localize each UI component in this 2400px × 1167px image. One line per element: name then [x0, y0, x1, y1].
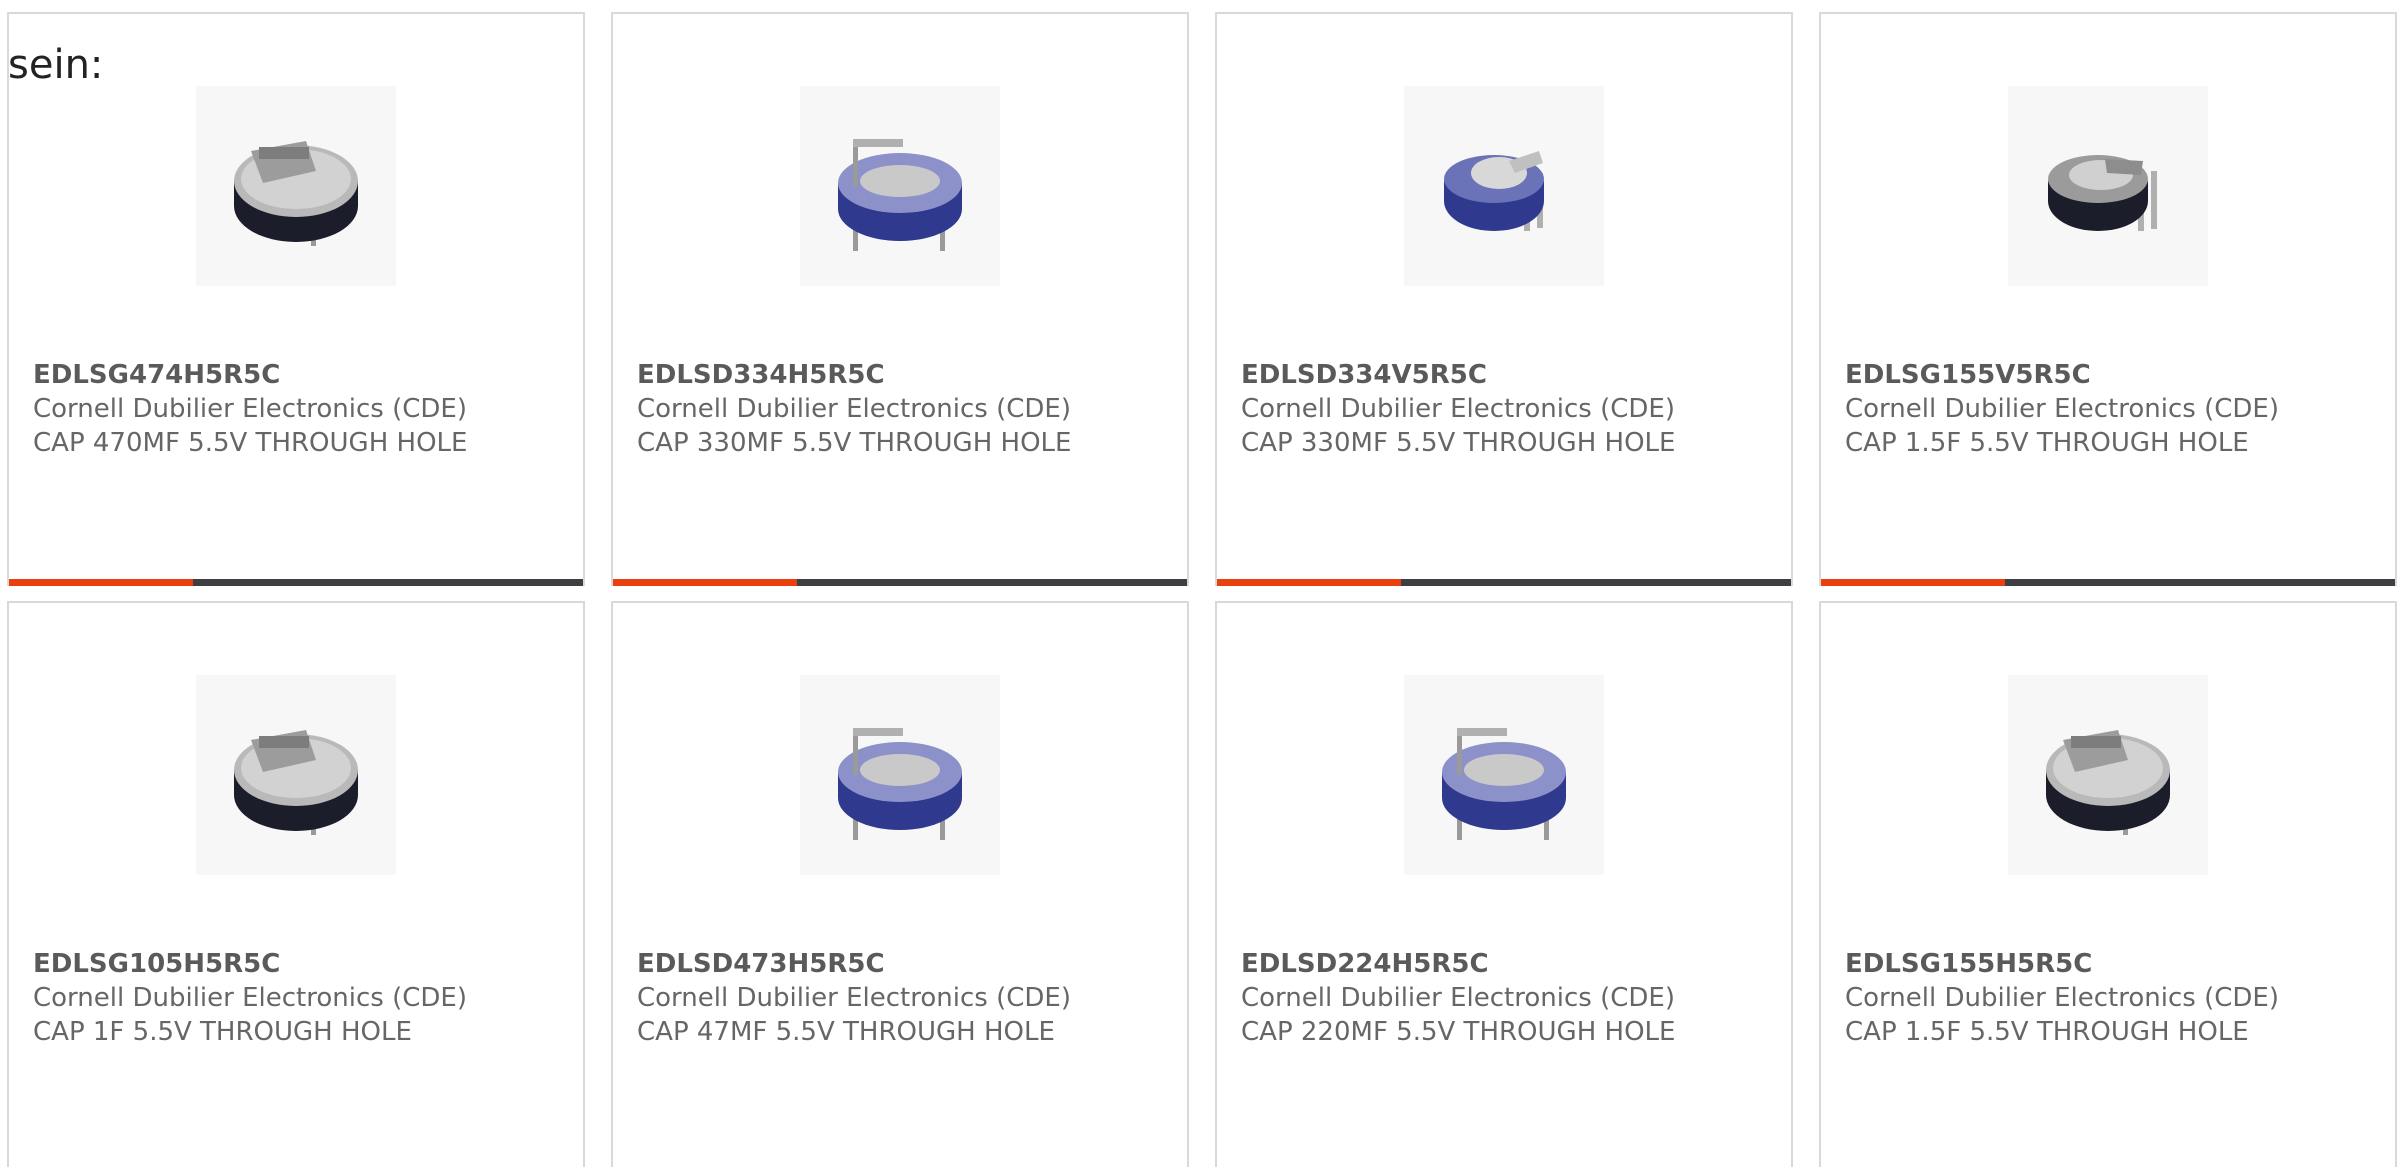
description: CAP 1F 5.5V THROUGH HOLE: [33, 1017, 412, 1047]
part-number: EDLSD334H5R5C: [637, 360, 885, 390]
product-card[interactable]: EDLSD334V5R5C Cornell Dubilier Electroni…: [1215, 12, 1793, 586]
product-image[interactable]: [196, 86, 396, 286]
card-footer-bar: [1821, 579, 2395, 586]
capacitor-dark-vertical-icon: [2048, 155, 2157, 231]
product-card[interactable]: EDLSG155V5R5C Cornell Dubilier Electroni…: [1819, 12, 2397, 586]
product-card[interactable]: EDLSG155H5R5C Cornell Dubilier Electroni…: [1819, 601, 2397, 1167]
manufacturer: Cornell Dubilier Electronics (CDE): [637, 983, 1071, 1013]
part-number: EDLSD224H5R5C: [1241, 949, 1489, 979]
product-image[interactable]: [800, 86, 1000, 286]
description: CAP 470MF 5.5V THROUGH HOLE: [33, 428, 468, 458]
card-footer-bar: [1217, 579, 1791, 586]
card-accent-bar: [1821, 579, 2005, 586]
part-number: EDLSD334V5R5C: [1241, 360, 1487, 390]
card-accent-bar: [9, 579, 193, 586]
product-image[interactable]: [2008, 675, 2208, 875]
description: CAP 330MF 5.5V THROUGH HOLE: [637, 428, 1072, 458]
manufacturer: Cornell Dubilier Electronics (CDE): [33, 394, 467, 424]
part-number: EDLSG155V5R5C: [1845, 360, 2091, 390]
manufacturer: Cornell Dubilier Electronics (CDE): [637, 394, 1071, 424]
manufacturer: Cornell Dubilier Electronics (CDE): [1241, 983, 1675, 1013]
manufacturer: Cornell Dubilier Electronics (CDE): [1845, 983, 2279, 1013]
product-image[interactable]: [800, 675, 1000, 875]
description: CAP 47MF 5.5V THROUGH HOLE: [637, 1017, 1055, 1047]
manufacturer: Cornell Dubilier Electronics (CDE): [1241, 394, 1675, 424]
manufacturer: Cornell Dubilier Electronics (CDE): [33, 983, 467, 1013]
manufacturer: Cornell Dubilier Electronics (CDE): [1845, 394, 2279, 424]
card-footer-bar: [9, 579, 583, 586]
capacitor-dark-icon: [2046, 730, 2170, 835]
product-card[interactable]: EDLSG474H5R5C Cornell Dubilier Electroni…: [7, 12, 585, 586]
product-grid-page: sein: EDLSG474H5R5C Cornell Dubilier Ele…: [0, 0, 2400, 1167]
card-accent-bar: [613, 579, 797, 586]
capacitor-dark-icon: [234, 730, 358, 835]
intro-text: sein:: [8, 42, 104, 88]
description: CAP 220MF 5.5V THROUGH HOLE: [1241, 1017, 1676, 1047]
product-image[interactable]: [196, 675, 396, 875]
product-image[interactable]: [1404, 86, 1604, 286]
capacitor-blue-icon: [838, 139, 962, 251]
part-number: EDLSG155H5R5C: [1845, 949, 2093, 979]
card-accent-bar: [1217, 579, 1401, 586]
product-image[interactable]: [2008, 86, 2208, 286]
part-number: EDLSG105H5R5C: [33, 949, 281, 979]
part-number: EDLSG474H5R5C: [33, 360, 281, 390]
description: CAP 1.5F 5.5V THROUGH HOLE: [1845, 1017, 2249, 1047]
product-card[interactable]: EDLSD334H5R5C Cornell Dubilier Electroni…: [611, 12, 1189, 586]
capacitor-blue-icon: [1442, 728, 1566, 840]
product-card[interactable]: EDLSD224H5R5C Cornell Dubilier Electroni…: [1215, 601, 1793, 1167]
capacitor-blue-vertical-icon: [1444, 151, 1544, 231]
product-card[interactable]: EDLSD473H5R5C Cornell Dubilier Electroni…: [611, 601, 1189, 1167]
description: CAP 1.5F 5.5V THROUGH HOLE: [1845, 428, 2249, 458]
product-image[interactable]: [1404, 675, 1604, 875]
capacitor-dark-icon: [234, 141, 358, 246]
card-footer-bar: [613, 579, 1187, 586]
description: CAP 330MF 5.5V THROUGH HOLE: [1241, 428, 1676, 458]
part-number: EDLSD473H5R5C: [637, 949, 885, 979]
product-card[interactable]: EDLSG105H5R5C Cornell Dubilier Electroni…: [7, 601, 585, 1167]
capacitor-blue-icon: [838, 728, 962, 840]
